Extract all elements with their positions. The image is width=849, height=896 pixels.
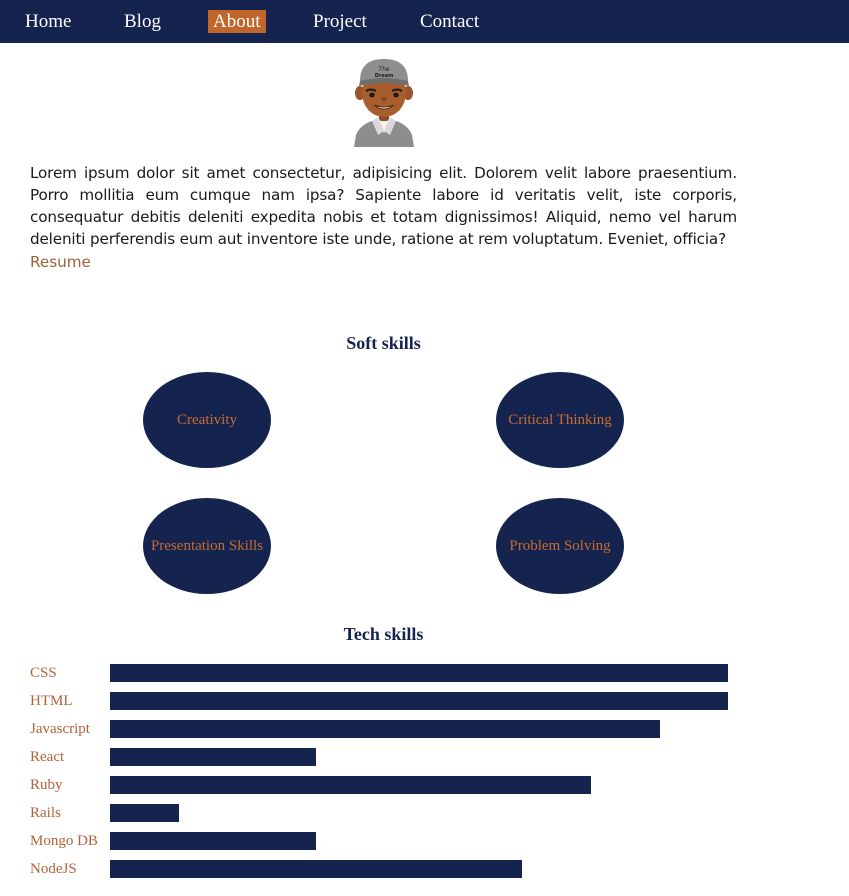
nav-project[interactable]: Project bbox=[308, 10, 372, 33]
avatar-icon: The Dream bbox=[354, 59, 414, 147]
nav-contact[interactable]: Contact bbox=[415, 10, 484, 33]
soft-skill-label: Presentation Skills bbox=[150, 537, 264, 554]
tech-skill-label: HTML bbox=[30, 693, 73, 709]
tech-skill-label: CSS bbox=[30, 665, 57, 681]
svg-text:Dream: Dream bbox=[375, 73, 394, 79]
tech-skill-bar bbox=[110, 720, 660, 738]
tech-skills-title: Tech skills bbox=[343, 624, 424, 644]
resume-link[interactable]: Resume bbox=[30, 251, 91, 273]
tech-skill-label: Ruby bbox=[30, 777, 63, 793]
soft-skills-title: Soft skills bbox=[346, 333, 421, 353]
tech-skill-bar bbox=[110, 860, 522, 878]
tech-skill-label: NodeJS bbox=[30, 861, 77, 877]
tech-skill-label: React bbox=[30, 749, 65, 765]
soft-skill-bubble: Problem Solving bbox=[496, 498, 624, 594]
svg-text:The: The bbox=[378, 66, 389, 73]
tech-skill-bar bbox=[110, 776, 591, 794]
nav-about[interactable]: About bbox=[208, 10, 266, 33]
tech-skill-bar bbox=[110, 832, 316, 850]
tech-skill-bar bbox=[110, 664, 728, 682]
soft-skill-bubble: Creativity bbox=[143, 372, 271, 468]
tech-skill-label: Javascript bbox=[30, 721, 90, 737]
tech-skill-bar bbox=[110, 804, 179, 822]
nav-blog[interactable]: Blog bbox=[119, 10, 166, 33]
soft-skill-label: Problem Solving bbox=[509, 537, 611, 554]
tech-skill-label: Rails bbox=[30, 805, 61, 821]
tech-skill-label: Mongo DB bbox=[30, 833, 98, 849]
tech-skill-bar bbox=[110, 748, 316, 766]
soft-skill-label: Critical Thinking bbox=[508, 411, 612, 428]
top-nav: Home Blog About Project Contact bbox=[0, 0, 849, 43]
soft-skill-bubble: Presentation Skills bbox=[143, 498, 271, 594]
nav-home[interactable]: Home bbox=[20, 10, 76, 33]
bio-text: Lorem ipsum dolor sit amet consectetur, … bbox=[30, 164, 737, 248]
tech-skill-bar bbox=[110, 692, 728, 710]
soft-skill-bubble: Critical Thinking bbox=[496, 372, 624, 468]
soft-skill-label: Creativity bbox=[177, 411, 237, 428]
